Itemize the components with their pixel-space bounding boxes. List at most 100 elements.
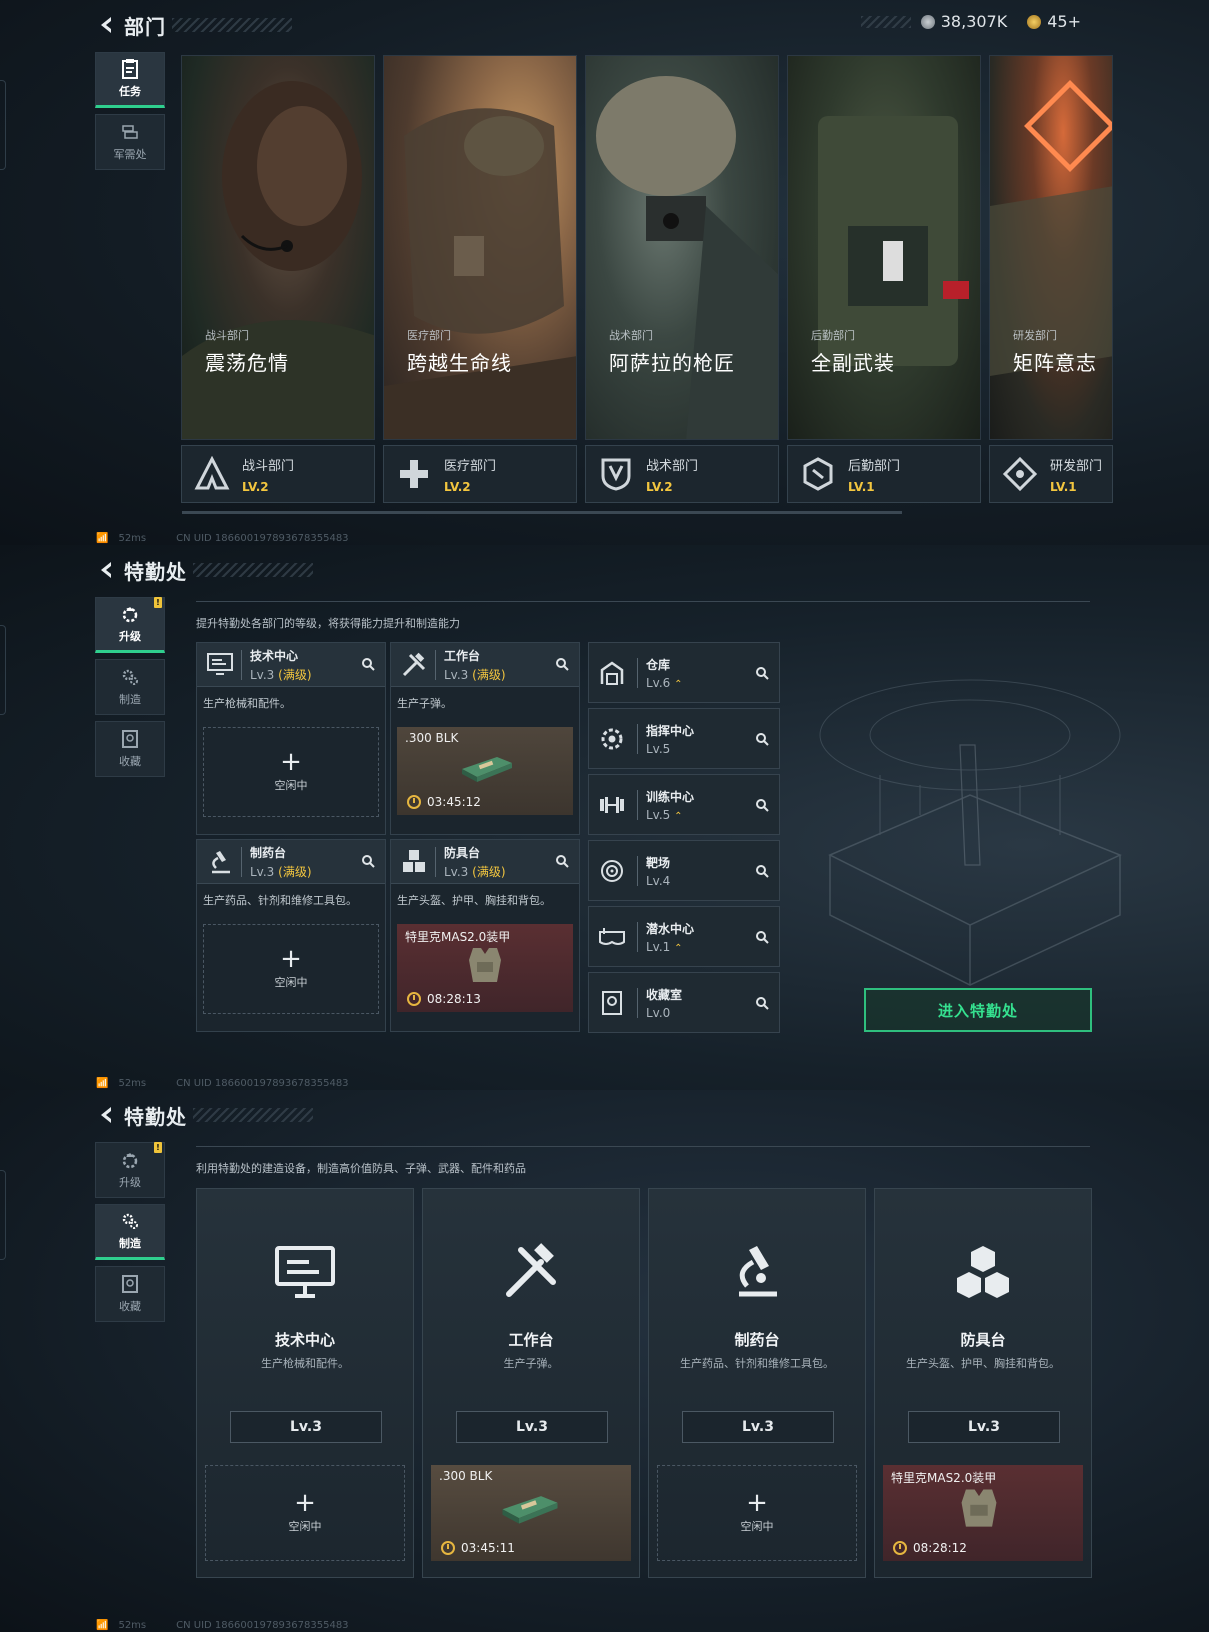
dept-card-logistics[interactable]: 后勤部门 全副武装 后勤部门 LV.1: [787, 55, 981, 505]
facility-workbench[interactable]: 工作台 Lv.3 (满级) 生产子弹。 .300 BLK 03:45:12: [390, 642, 580, 835]
dept-bar[interactable]: 后勤部门 LV.1: [787, 445, 981, 503]
ping-text: 52ms: [118, 1078, 147, 1089]
monitor-icon: [203, 648, 237, 682]
item-separator: [637, 855, 638, 886]
tab-craft[interactable]: 制造: [95, 1204, 165, 1260]
slot-status: 空闲中: [274, 976, 308, 989]
card-name: 防具台: [960, 1331, 1006, 1349]
signal-icon: 📶: [96, 1078, 109, 1089]
dept-category: 研发部门: [1013, 329, 1057, 342]
locker-icon: [595, 986, 629, 1020]
product-name: .300 BLK: [405, 731, 459, 745]
dept-bar[interactable]: 战斗部门 LV.2: [181, 445, 375, 503]
research-diamond-icon: [998, 452, 1042, 496]
dumbbell-icon: [595, 788, 629, 822]
production-slot[interactable]: 特里克MAS2.0装甲 08:28:13: [397, 924, 573, 1012]
dept-caption: 医疗部门 跨越生命线: [407, 327, 512, 376]
upgrade-available-icon: ⌃: [674, 810, 683, 822]
dept-bar[interactable]: 医疗部门 LV.2: [383, 445, 577, 503]
search-icon[interactable]: [361, 657, 375, 671]
left-edge-handle: [0, 80, 6, 170]
tab-quartermaster[interactable]: 军需处: [95, 114, 165, 170]
facility-header: 制药台 Lv.3 (满级): [197, 840, 385, 884]
tab-upgrade[interactable]: ! 升级: [95, 597, 165, 653]
dept-card-medical[interactable]: 医疗部门 跨越生命线 医疗部门 LV.2: [383, 55, 577, 505]
dept-caption: 后勤部门 全副武装: [811, 327, 895, 376]
tab-collection[interactable]: 收藏: [95, 1266, 165, 1322]
cubes-icon: [875, 1237, 1091, 1307]
search-icon[interactable]: [755, 930, 769, 944]
dept-bar-name: 研发部门: [1050, 458, 1103, 474]
building-training-center[interactable]: 训练中心 Lv.5 ⌃: [588, 774, 780, 835]
dept-bar[interactable]: 研发部门 LV.1: [989, 445, 1113, 503]
building-warehouse[interactable]: 仓库 Lv.6 ⌃: [588, 642, 780, 703]
idle-slot[interactable]: + 空闲中: [657, 1465, 857, 1561]
timer-icon: [407, 992, 421, 1006]
idle-slot[interactable]: + 空闲中: [205, 1465, 405, 1561]
enter-special-ops-button[interactable]: 进入特勤处: [864, 988, 1092, 1032]
monitor-icon: [197, 1237, 413, 1307]
slot-status: 空闲中: [274, 779, 308, 792]
card-level: Lv.3: [456, 1411, 608, 1443]
dept-card-combat[interactable]: 战斗部门 震荡危情 战斗部门 LV.2: [181, 55, 375, 505]
search-icon[interactable]: [555, 657, 569, 671]
search-icon[interactable]: [755, 798, 769, 812]
building-command-center[interactable]: 指挥中心 Lv.5: [588, 708, 780, 769]
craft-card-tech-center[interactable]: 技术中心 生产枪械和配件。 Lv.3 + 空闲中: [196, 1188, 414, 1578]
hammer-wrench-icon: [423, 1237, 639, 1307]
search-icon[interactable]: [755, 732, 769, 746]
production-slot[interactable]: .300 BLK 03:45:12: [397, 727, 573, 815]
currency-gold-amount: 45+: [1047, 12, 1081, 31]
tab-collection[interactable]: 收藏: [95, 721, 165, 777]
header-separator: [241, 846, 242, 877]
facility-name: 技术中心: [250, 648, 299, 663]
building-shooting-range[interactable]: 靶场 Lv.4: [588, 840, 780, 901]
dept-artwork: [181, 55, 375, 440]
search-icon[interactable]: [755, 666, 769, 680]
dept-bar[interactable]: 战术部门 LV.2: [585, 445, 779, 503]
craft-card-pharmacy[interactable]: 制药台 生产药品、针剂和维修工具包。 Lv.3 + 空闲中: [648, 1188, 866, 1578]
tab-upgrade[interactable]: ! 升级: [95, 1142, 165, 1198]
craft-card-armor-bench[interactable]: 防具台 生产头盔、护甲、胸挂和背包。 Lv.3 特里克MAS2.0装甲 08:2…: [874, 1188, 1092, 1578]
dept-artwork: [585, 55, 779, 440]
notification-badge: !: [154, 597, 162, 608]
page-title: 特勤处: [124, 559, 187, 584]
dept-card-research[interactable]: 研发部门 矩阵意志 研发部门 LV.1: [989, 55, 1113, 505]
collection-locker-icon: [120, 729, 140, 749]
tab-craft[interactable]: 制造: [95, 659, 165, 715]
horizontal-scrollbar[interactable]: [182, 511, 902, 514]
facility-header: 工作台 Lv.3 (满级): [391, 643, 579, 687]
production-slot[interactable]: 特里克MAS2.0装甲 08:28:12: [883, 1465, 1083, 1561]
dept-bar-name: 战斗部门: [242, 458, 295, 474]
footer-status: 📶 52ms CN UID 1866001978936783554​83: [96, 1078, 349, 1089]
search-icon[interactable]: [755, 864, 769, 878]
search-icon[interactable]: [555, 854, 569, 868]
ping-text: 52ms: [118, 1620, 147, 1631]
facility-name: 制药台: [250, 845, 287, 860]
facility-tech-center[interactable]: 技术中心 Lv.3 (满级) 生产枪械和配件。 + 空闲中: [196, 642, 386, 835]
gold-coin-icon: [1027, 14, 1042, 29]
title-hatch-decoration: [193, 563, 313, 577]
back-arrow-icon[interactable]: [96, 559, 118, 581]
building-collection-room[interactable]: 收藏室 Lv.0: [588, 972, 780, 1033]
search-icon[interactable]: [361, 854, 375, 868]
production-slot[interactable]: .300 BLK 03:45:11: [431, 1465, 631, 1561]
header-separator: [435, 649, 436, 680]
idle-slot[interactable]: + 空闲中: [203, 727, 379, 817]
slot-status: 空闲中: [740, 1520, 774, 1533]
facility-pharmacy[interactable]: 制药台 Lv.3 (满级) 生产药品、针剂和维修工具包。 + 空闲中: [196, 839, 386, 1032]
craft-card-workbench[interactable]: 工作台 生产子弹。 Lv.3 .300 BLK 03:45:11: [422, 1188, 640, 1578]
search-icon[interactable]: [755, 996, 769, 1010]
tab-tasks[interactable]: 任务: [95, 52, 165, 108]
dept-card-tactical[interactable]: 战术部门 阿萨拉的枪匠 战术部门 LV.2: [585, 55, 779, 505]
dept-name: 矩阵意志: [1013, 351, 1097, 375]
back-arrow-icon[interactable]: [96, 14, 118, 36]
upgrade-gear-icon: [120, 604, 140, 624]
facility-armor-bench[interactable]: 防具台 Lv.3 (满级) 生产头盔、护甲、胸挂和背包。 特里克MAS2.0装甲 …: [390, 839, 580, 1032]
back-arrow-icon[interactable]: [96, 1104, 118, 1126]
signal-icon: 📶: [96, 1620, 109, 1631]
plus-icon: +: [294, 1488, 316, 1518]
plus-icon: +: [280, 747, 302, 777]
idle-slot[interactable]: + 空闲中: [203, 924, 379, 1014]
building-dive-center[interactable]: 潜水中心 Lv.1 ⌃: [588, 906, 780, 967]
